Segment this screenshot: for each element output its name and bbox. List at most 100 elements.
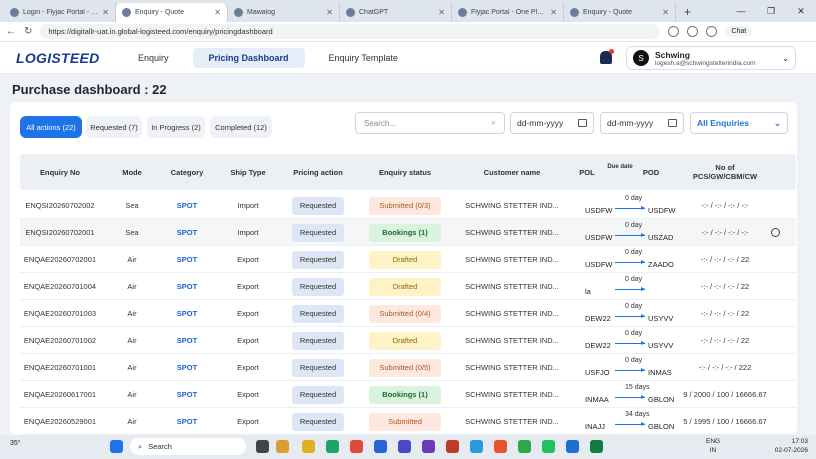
cell-enquiry-no[interactable]: ENQAE20260702001 bbox=[20, 246, 100, 273]
pricing-action-badge[interactable]: Requested bbox=[291, 385, 345, 404]
table-row[interactable]: ENQAE20260701001 Air SPOT Export Requested Su… bbox=[20, 354, 796, 381]
table-row[interactable]: ENQSI20260702002 Sea SPOT Import Requested Su… bbox=[20, 192, 796, 219]
close-icon[interactable]: ✕ bbox=[550, 8, 557, 17]
task-view-icon[interactable] bbox=[256, 440, 269, 453]
chip-requested[interactable]: Requested (7) bbox=[86, 116, 142, 138]
chip-in-progress[interactable]: In Progress (2) bbox=[147, 116, 205, 138]
pricing-action-badge[interactable]: Requested bbox=[291, 196, 345, 215]
taskbar-search[interactable]: ⌕ Search bbox=[130, 438, 246, 455]
excel-icon[interactable] bbox=[590, 440, 603, 453]
close-icon[interactable]: ✕ bbox=[662, 8, 669, 17]
cell-enquiry-no[interactable]: ENQAE20260701001 bbox=[20, 354, 100, 381]
telegram-icon[interactable] bbox=[470, 440, 483, 453]
folder-icon[interactable] bbox=[302, 440, 315, 453]
browser-tab[interactable]: Flyjac Portal - One Place for✕ bbox=[452, 3, 564, 22]
cell-enquiry-no[interactable]: ENQSI20260702002 bbox=[20, 192, 100, 219]
star-icon[interactable] bbox=[687, 26, 699, 37]
chip-all-actions[interactable]: All actions (22) bbox=[20, 116, 82, 138]
table-row[interactable]: ENQAE20260701003 Air SPOT Export Requested Su… bbox=[20, 300, 796, 327]
main-content: Purchase dashboard : 22 All actions (22)… bbox=[0, 74, 816, 435]
col-pricing-action: Pricing action bbox=[293, 167, 343, 177]
language-indicator[interactable]: ENG IN bbox=[706, 437, 720, 455]
app-icon[interactable] bbox=[494, 440, 507, 453]
status-badge[interactable]: Bookings (1) bbox=[369, 385, 441, 404]
table-row[interactable]: ENQAE20260617001 Air SPOT Export Requested Bo… bbox=[20, 381, 796, 408]
table-row[interactable]: ENQSI20260702001 Sea SPOT Import Requested Bo… bbox=[20, 219, 796, 246]
nav-enquiry-template[interactable]: Enquiry Template bbox=[313, 48, 414, 68]
cell-enquiry-no[interactable]: ENQAE20260701002 bbox=[20, 327, 100, 354]
maximize-icon[interactable]: ❐ bbox=[756, 6, 786, 17]
zoom-icon[interactable] bbox=[668, 26, 680, 37]
history-icon[interactable] bbox=[771, 228, 780, 237]
nav-enquiry[interactable]: Enquiry bbox=[122, 48, 185, 68]
table-row[interactable]: ENQAE20260529001 Air SPOT Export Requested Su… bbox=[20, 408, 796, 435]
new-tab-button[interactable]: + bbox=[676, 5, 699, 22]
close-icon[interactable]: ✕ bbox=[102, 8, 109, 17]
status-badge[interactable]: Submitted bbox=[369, 412, 441, 431]
cell-due-date: 0 day bbox=[625, 303, 643, 310]
app-icon[interactable] bbox=[446, 440, 459, 453]
weather-widget[interactable]: 35° bbox=[10, 440, 21, 447]
search-input[interactable]: Search... ⌕ bbox=[355, 112, 505, 134]
status-badge[interactable]: Submitted (0/5) bbox=[369, 358, 441, 377]
pricing-action-badge[interactable]: Requested bbox=[291, 412, 345, 431]
enquiry-select[interactable]: All Enquiries ⌄ bbox=[690, 112, 788, 134]
teams-icon[interactable] bbox=[398, 440, 411, 453]
cell-enquiry-no[interactable]: ENQAE20260529001 bbox=[20, 408, 100, 435]
status-badge[interactable]: Submitted (0/4) bbox=[369, 304, 441, 323]
close-icon[interactable]: ✕ bbox=[326, 8, 333, 17]
app-icon[interactable] bbox=[566, 440, 579, 453]
table-row[interactable]: ENQAE20260701004 Air SPOT Export Requested Dr… bbox=[20, 273, 796, 300]
close-window-icon[interactable]: ✕ bbox=[786, 6, 816, 17]
pricing-action-badge[interactable]: Requested bbox=[291, 250, 345, 269]
cell-enquiry-no[interactable]: ENQAE20260701003 bbox=[20, 300, 100, 327]
file-explorer-icon[interactable] bbox=[276, 440, 289, 453]
table-row[interactable]: ENQAE20260701002 Air SPOT Export Requested Dr… bbox=[20, 327, 796, 354]
reload-icon[interactable]: ↻ bbox=[24, 26, 32, 37]
status-badge[interactable]: Drafted bbox=[369, 250, 441, 269]
date-from-input[interactable]: dd-mm-yyyy bbox=[510, 112, 594, 134]
cell-enquiry-no[interactable]: ENQSI20260702001 bbox=[20, 219, 100, 246]
outlook-icon[interactable] bbox=[374, 440, 387, 453]
chat-button[interactable]: Chat bbox=[725, 26, 753, 37]
cell-enquiry-no[interactable]: ENQAE20260617001 bbox=[20, 381, 100, 408]
pricing-action-badge[interactable]: Requested bbox=[291, 223, 345, 242]
cell-pod: INMAS bbox=[648, 368, 672, 377]
date-to-input[interactable]: dd-mm-yyyy bbox=[600, 112, 684, 134]
windows-start-icon[interactable] bbox=[110, 440, 123, 453]
user-menu[interactable]: S Schwing logesh.a@schwingstetterindia.c… bbox=[626, 46, 796, 70]
pricing-action-badge[interactable]: Requested bbox=[291, 358, 345, 377]
status-badge[interactable]: Drafted bbox=[369, 331, 441, 350]
pricing-action-badge[interactable]: Requested bbox=[291, 277, 345, 296]
status-badge[interactable]: Bookings (1) bbox=[369, 223, 441, 242]
clock[interactable]: 17:03 02-07-2026 bbox=[775, 437, 808, 455]
app-icon[interactable] bbox=[350, 440, 363, 453]
route-cell: USFJO 0 day INMAS bbox=[575, 354, 685, 381]
cell-enquiry-no[interactable]: ENQAE20260701004 bbox=[20, 273, 100, 300]
browser-tab-active[interactable]: Enquiry - Quote ✕ bbox=[116, 3, 228, 22]
table-row[interactable]: ENQAE20260702001 Air SPOT Export Requested Dr… bbox=[20, 246, 796, 273]
pricing-action-badge[interactable]: Requested bbox=[291, 331, 345, 350]
close-icon[interactable]: ✕ bbox=[214, 8, 221, 17]
whatsapp-icon[interactable] bbox=[542, 440, 555, 453]
onenote-icon[interactable] bbox=[422, 440, 435, 453]
browser-tab[interactable]: Mawalog ✕ bbox=[228, 3, 340, 22]
edge-icon[interactable] bbox=[326, 440, 339, 453]
back-icon[interactable]: ← bbox=[6, 26, 16, 37]
status-badge[interactable]: Drafted bbox=[369, 277, 441, 296]
chip-completed[interactable]: Completed (12) bbox=[210, 116, 272, 138]
profile-icon[interactable] bbox=[706, 26, 718, 37]
pricing-action-badge[interactable]: Requested bbox=[291, 304, 345, 323]
chrome-icon[interactable] bbox=[518, 440, 531, 453]
browser-tab[interactable]: ChatGPT ✕ bbox=[340, 3, 452, 22]
url-field[interactable]: https://digitallr-uat.in.global-logistee… bbox=[40, 24, 661, 39]
status-badge[interactable]: Submitted (0/3) bbox=[369, 196, 441, 215]
bell-icon[interactable] bbox=[600, 49, 614, 64]
close-icon[interactable]: ✕ bbox=[438, 8, 445, 17]
browser-tab[interactable]: Enquiry - Quote ✕ bbox=[564, 3, 676, 22]
nav-pricing-dashboard[interactable]: Pricing Dashboard bbox=[192, 47, 305, 68]
browser-tab[interactable]: Login - Flyjac Portal - One Pl✕ bbox=[4, 3, 116, 22]
minimize-icon[interactable]: — bbox=[726, 6, 756, 16]
cell-pod: USDFW bbox=[648, 206, 676, 215]
arrow-right-icon bbox=[615, 368, 645, 372]
